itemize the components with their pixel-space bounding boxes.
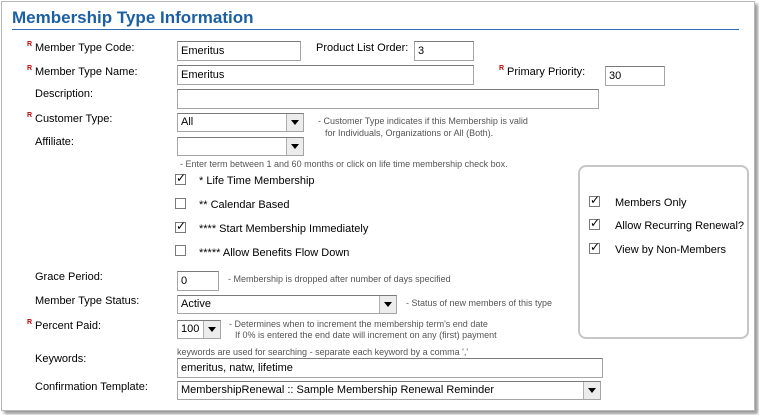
check-icon: ✓ [590,193,601,207]
description-label: Description: [35,88,94,100]
check-icon: ✓ [590,240,601,254]
check-icon: ✓ [590,216,601,230]
required-marker: R [27,41,33,48]
keywords-input[interactable] [177,358,603,378]
chevron-down-icon[interactable] [583,382,600,399]
confirmation-template-value: MembershipRenewal :: Sample Membership R… [181,384,495,396]
life-time-membership-checkbox[interactable]: ✓ [175,171,187,185]
page-title: Membership Type Information [12,8,254,27]
members-only-checkbox[interactable]: ✓ [589,193,601,207]
required-marker: R [27,65,33,72]
allow-recurring-renewal-checkbox[interactable]: ✓ [589,216,601,230]
confirmation-template-select[interactable]: MembershipRenewal :: Sample Membership R… [177,381,601,400]
check-icon: ✓ [176,219,187,233]
life-time-membership-label: * Life Time Membership [199,175,315,187]
description-input[interactable] [177,89,599,109]
view-by-non-members-label: View by Non-Members [615,244,727,256]
grace-period-input[interactable] [177,271,219,291]
customer-type-select[interactable]: All [177,113,304,132]
member-type-status-select[interactable]: Active [177,295,397,314]
member-type-code-label: Member Type Code: [35,42,135,54]
affiliate-select[interactable] [177,137,304,156]
check-icon: ✓ [176,171,187,185]
member-type-status-value: Active [181,298,211,310]
customer-type-value: All [181,116,194,128]
grace-period-note: - Membership is dropped after number of … [228,274,451,284]
title-divider [12,29,739,30]
required-marker: R [499,65,505,72]
product-list-order-input[interactable] [414,41,474,61]
member-type-status-label: Member Type Status: [35,295,140,307]
member-type-name-input[interactable] [177,65,474,85]
required-marker: R [27,319,33,326]
calendar-based-label: ** Calendar Based [199,199,290,211]
product-list-order-label: Product List Order: [316,42,409,54]
keywords-label: Keywords: [35,353,87,365]
members-only-label: Members Only [615,197,687,209]
grace-period-label: Grace Period: [35,271,103,283]
allow-recurring-renewal-label: Allow Recurring Renewal? [615,220,745,232]
required-marker: R [27,112,33,119]
primary-priority-label: Primary Priority: [507,66,586,78]
keywords-note: keywords are used for searching - separa… [177,347,469,357]
chevron-down-icon[interactable] [286,138,303,155]
allow-benefits-flow-down-checkbox[interactable] [175,245,186,256]
view-by-non-members-checkbox[interactable]: ✓ [589,240,601,254]
chevron-down-icon[interactable] [203,321,220,338]
calendar-based-checkbox[interactable] [175,198,186,209]
chevron-down-icon[interactable] [286,114,303,131]
primary-priority-input[interactable] [605,66,665,86]
start-membership-immediately-label: **** Start Membership Immediately [199,223,369,235]
percent-paid-note: - Determines when to increment the membe… [229,319,488,329]
percent-paid-value: 100 [181,323,200,335]
customer-type-label: Customer Type: [35,113,113,125]
member-type-name-label: Member Type Name: [35,66,138,78]
percent-paid-select[interactable]: 100 [177,320,221,339]
member-type-code-input[interactable] [177,41,301,61]
customer-type-note: - Customer Type indicates if this Member… [318,116,528,126]
member-type-status-note: - Status of new members of this type [406,298,553,308]
percent-paid-label: Percent Paid: [35,320,102,332]
chevron-down-icon[interactable] [379,296,396,313]
allow-benefits-flow-down-label: ***** Allow Benefits Flow Down [199,247,350,259]
affiliate-label: Affiliate: [35,136,74,148]
confirmation-template-label: Confirmation Template: [35,381,148,393]
term-note: - Enter term between 1 and 60 months or … [180,159,508,169]
start-membership-immediately-checkbox[interactable]: ✓ [175,219,187,233]
customer-type-note-2: for Individuals, Organizations or All (B… [325,128,494,138]
percent-paid-note-2: If 0% is entered the end date will incre… [235,330,497,340]
